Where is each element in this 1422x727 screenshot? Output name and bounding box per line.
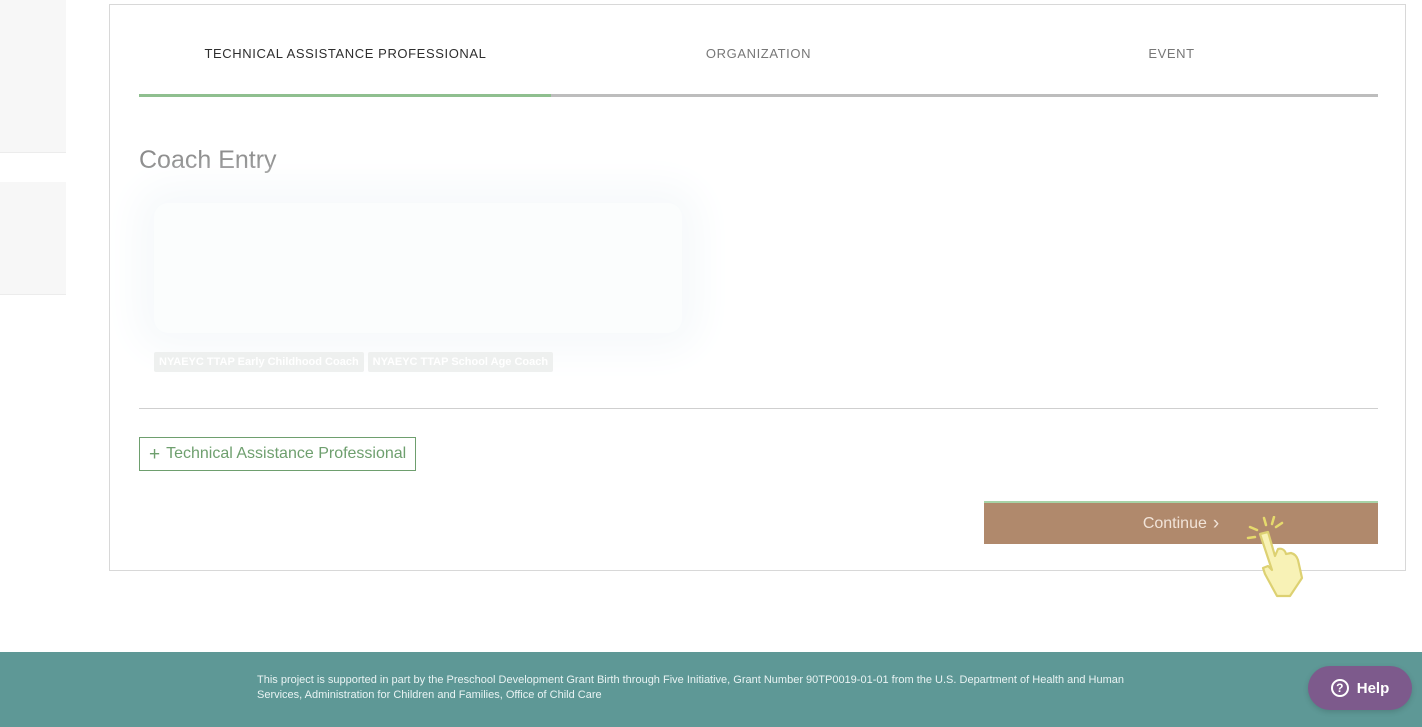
page-title: Coach Entry [139,146,277,174]
side-card-bottom [0,182,66,295]
help-button[interactable]: ? Help [1308,666,1412,710]
wizard-steps: TECHNICAL ASSISTANCE PROFESSIONAL ORGANI… [139,5,1378,97]
step-progress-fill [139,94,551,97]
help-label: Help [1356,679,1390,697]
section-divider [139,408,1378,409]
tag-school-age-coach: NYAEYC TTAP School Age Coach [367,352,554,372]
ghost-content-area [154,203,682,333]
continue-button[interactable]: Continue › [984,501,1378,544]
side-card-top [0,0,66,153]
step-organization[interactable]: ORGANIZATION [552,46,965,61]
pointer-cursor-icon [1246,516,1304,598]
step-technical-assistance-professional[interactable]: TECHNICAL ASSISTANCE PROFESSIONAL [139,46,552,61]
footer-funding-text: This project is supported in part by the… [257,674,1124,701]
question-circle-icon: ? [1330,679,1349,697]
plus-icon: + [149,443,161,465]
step-event[interactable]: EVENT [965,46,1378,61]
add-button-label: Technical Assistance Professional [166,445,407,462]
add-technical-assistance-professional-button[interactable]: + Technical Assistance Professional [139,437,417,471]
tag-early-childhood-coach: NYAEYC TTAP Early Childhood Coach [154,352,364,372]
footer: This project is supported in part by the… [0,652,1422,727]
continue-label: Continue [1142,514,1207,532]
coach-entry-panel: TECHNICAL ASSISTANCE PROFESSIONAL ORGANI… [109,4,1406,571]
chevron-right-icon: › [1212,513,1220,534]
coach-type-tags: NYAEYC TTAP Early Childhood Coach NYAEYC… [154,352,554,372]
